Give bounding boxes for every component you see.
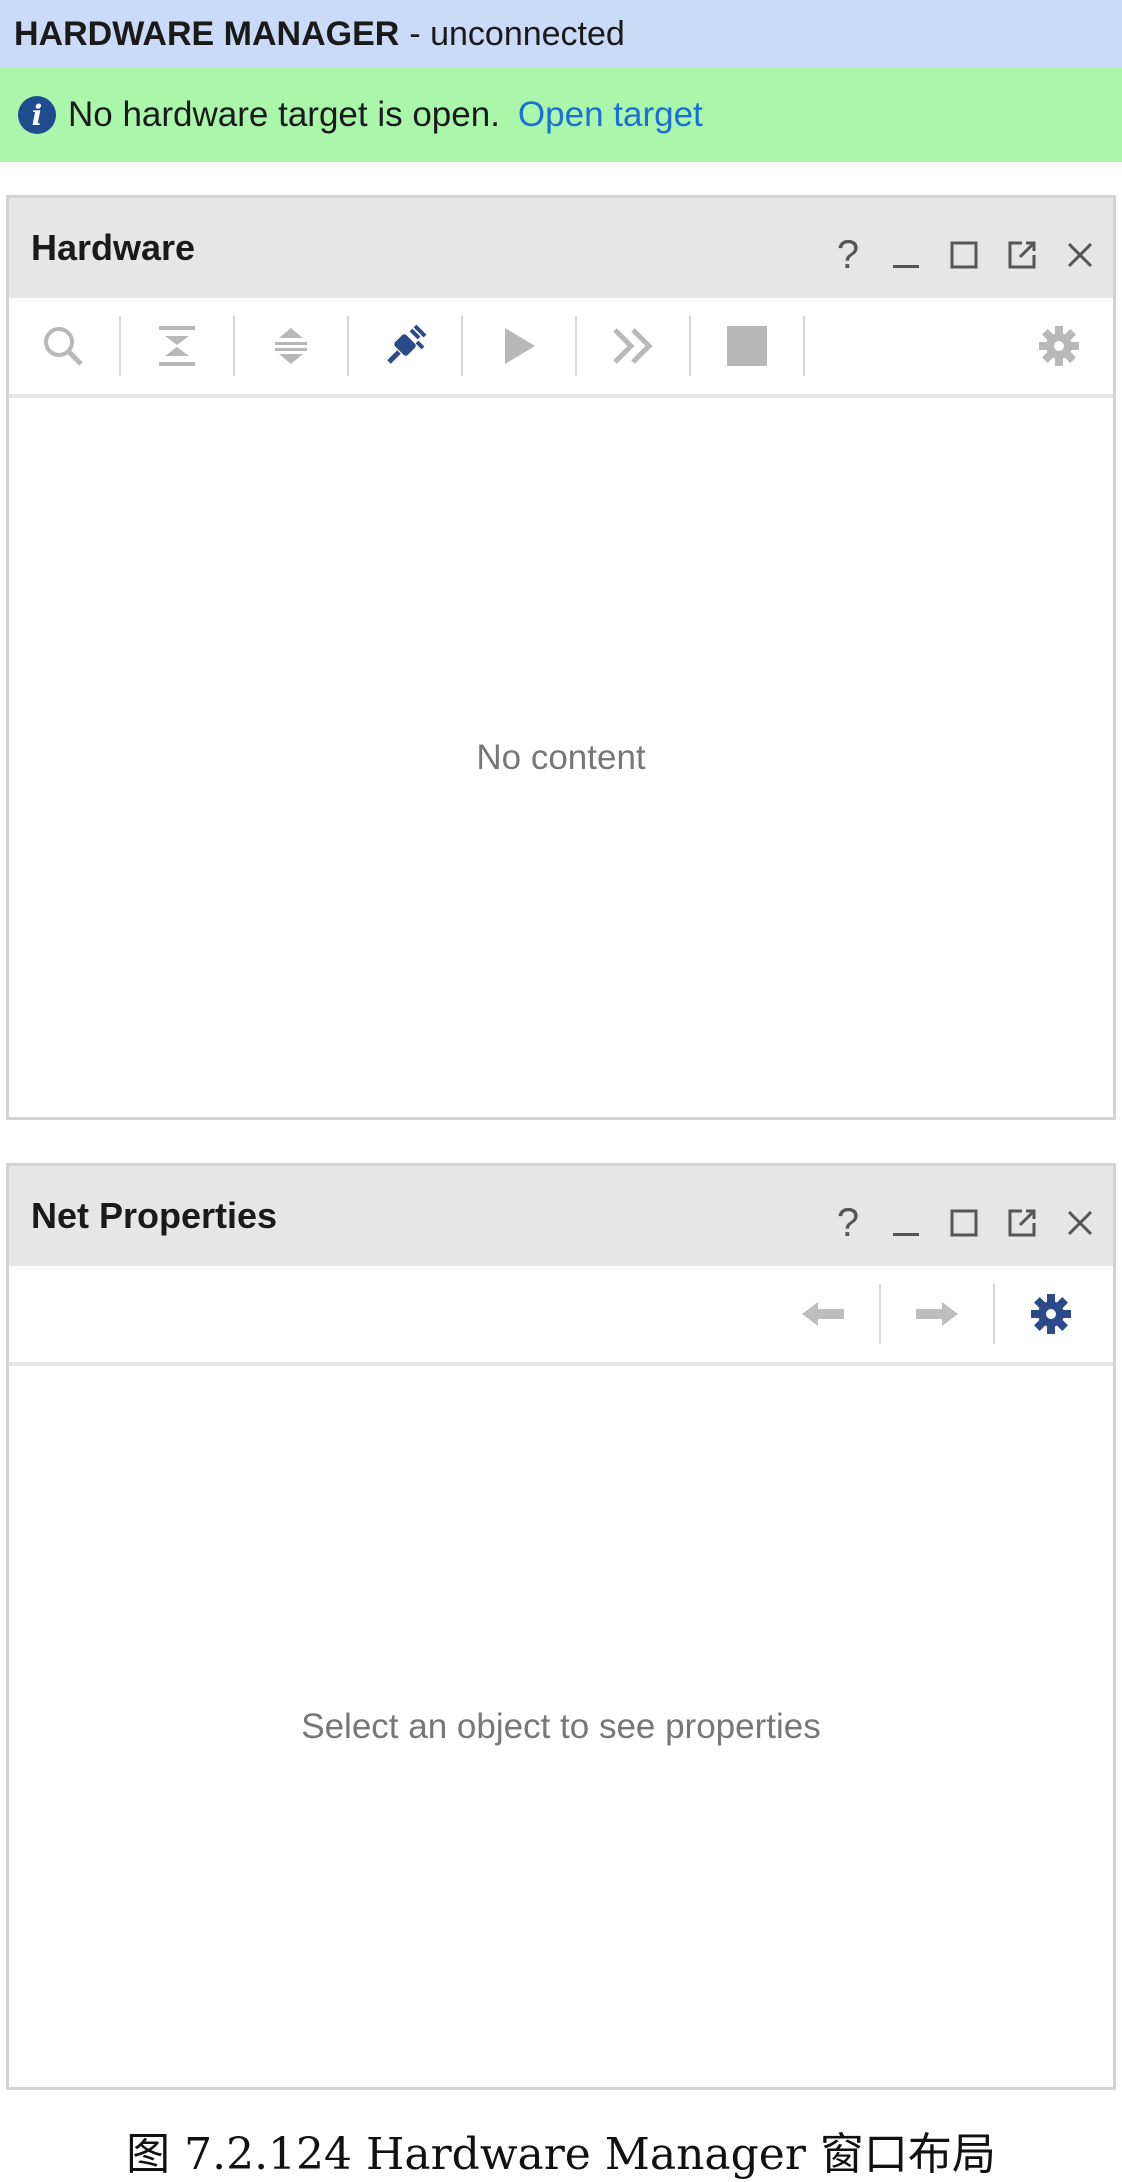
maximize-icon[interactable] (945, 1201, 983, 1245)
stop-trigger-icon[interactable] (711, 311, 783, 381)
float-icon[interactable] (1003, 1201, 1041, 1245)
minimize-icon[interactable] (887, 233, 925, 277)
toolbar-separator (879, 1284, 881, 1344)
collapse-all-icon[interactable] (141, 311, 213, 381)
info-banner: i No hardware target is open. Open targe… (0, 68, 1122, 162)
search-icon[interactable] (27, 311, 99, 381)
run-trigger-icon[interactable] (483, 311, 555, 381)
minimize-icon[interactable] (887, 1201, 925, 1245)
toolbar-separator (993, 1284, 995, 1344)
toolbar-separator (119, 316, 121, 376)
net-properties-panel: Net Properties ? Select an object to see… (6, 1163, 1116, 2090)
properties-area: Select an object to see properties (9, 1366, 1113, 2087)
info-icon: i (18, 96, 56, 134)
net-properties-panel-title: Net Properties (31, 1195, 278, 1236)
net-properties-panel-header: Net Properties ? (9, 1166, 1113, 1266)
toolbar-separator (689, 316, 691, 376)
toolbar-separator (803, 316, 805, 376)
figure-caption: 图 7.2.124 Hardware Manager 窗口布局 (126, 2129, 996, 2180)
gear-icon[interactable] (1023, 311, 1095, 381)
hardware-panel: Hardware ? No content (6, 195, 1116, 1120)
run-trigger-immediate-icon[interactable] (597, 311, 669, 381)
toolbar-separator (347, 316, 349, 376)
help-icon[interactable]: ? (829, 233, 867, 277)
forward-arrow-icon[interactable] (901, 1279, 973, 1349)
float-icon[interactable] (1003, 233, 1041, 277)
empty-state-text: No content (476, 737, 646, 777)
help-icon[interactable]: ? (829, 1201, 867, 1245)
maximize-icon[interactable] (945, 233, 983, 277)
close-icon[interactable] (1061, 233, 1099, 277)
hardware-panel-controls: ? (829, 233, 1099, 277)
back-arrow-icon[interactable] (787, 1279, 859, 1349)
toolbar-separator (575, 316, 577, 376)
hardware-panel-header: Hardware ? (9, 198, 1113, 298)
net-properties-toolbar (9, 1266, 1113, 1366)
hardware-tree-area: No content (9, 398, 1113, 1117)
window-title: HARDWARE MANAGER (14, 14, 400, 53)
open-target-link[interactable]: Open target (518, 95, 703, 135)
banner-message: No hardware target is open. (68, 95, 500, 134)
toolbar-separator (233, 316, 235, 376)
hardware-panel-title: Hardware (31, 227, 196, 268)
toolbar-separator (461, 316, 463, 376)
empty-state-text: Select an object to see properties (301, 1706, 821, 1746)
net-properties-panel-controls: ? (829, 1201, 1099, 1245)
close-icon[interactable] (1061, 1201, 1099, 1245)
auto-connect-icon[interactable] (369, 311, 441, 381)
gear-icon[interactable] (1015, 1279, 1087, 1349)
connection-status: - unconnected (409, 14, 625, 53)
expand-all-icon[interactable] (255, 311, 327, 381)
hardware-toolbar (9, 298, 1113, 398)
window-titlebar: HARDWARE MANAGER - unconnected (0, 0, 1122, 68)
